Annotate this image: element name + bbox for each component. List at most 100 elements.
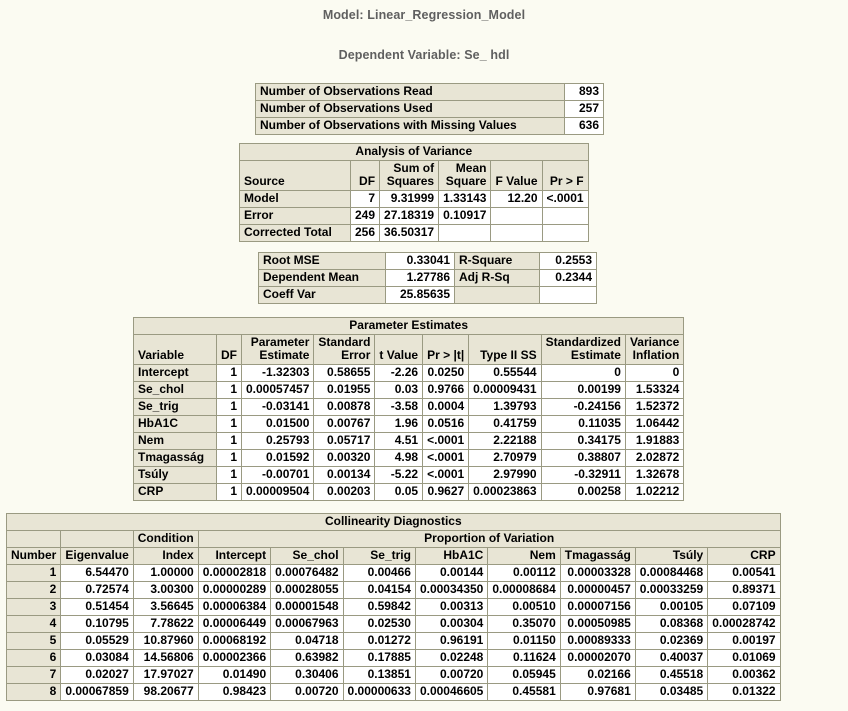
param-row-prt: 0.0004 bbox=[422, 398, 470, 416]
collin-row-nem: 0.05945 bbox=[487, 666, 561, 684]
param-row-vif: 1.32678 bbox=[624, 466, 685, 484]
collin-row-tmagassag: 0.00050985 bbox=[559, 615, 636, 633]
collin-row-se-chol: 0.00720 bbox=[270, 683, 344, 701]
param-row-tvalue: 0.05 bbox=[374, 483, 424, 501]
collin-header-eigenvalue-line1 bbox=[60, 530, 134, 548]
param-row-vif: 1.91883 bbox=[624, 432, 685, 450]
table-row: 4 0.10795 7.78622 0.00006449 0.00067963 0.025… bbox=[5, 615, 781, 633]
param-header-stdest-line2: Estimate bbox=[570, 348, 621, 362]
anova-row-p: <.0001 bbox=[541, 190, 589, 208]
r-square-value: 0.2553 bbox=[539, 252, 597, 270]
collinearity-table-body: 1 6.54470 1.00000 0.00002818 0.00076482 0.004… bbox=[5, 564, 781, 701]
table-row: Dependent Mean 1.27786 Adj R-Sq 0.2344 bbox=[258, 269, 597, 287]
collinearity-diagnostics-table-wrapper: Collinearity Diagnostics Condition Propo… bbox=[5, 513, 781, 701]
parameter-estimates-caption-row: Parameter Estimates bbox=[132, 317, 685, 335]
param-row-tvalue: -3.58 bbox=[374, 398, 424, 416]
anova-header-f-line2: F Value bbox=[495, 174, 538, 188]
param-row-estimate: -0.03141 bbox=[240, 398, 315, 416]
parameter-estimates-table-body: Intercept 1 -1.32303 0.58655 -2.26 0.0250 0.55… bbox=[133, 364, 685, 501]
param-row-df: 1 bbox=[216, 381, 242, 399]
collin-row-condition-index: 1.00000 bbox=[132, 564, 199, 582]
fit-statistics-table-body: Root MSE 0.33041 R-Square 0.2553 Depende… bbox=[258, 252, 597, 304]
table-row: Se_chol 1 0.00057457 0.01955 0.03 0.9766 0.000… bbox=[133, 381, 685, 399]
param-row-stderr: 0.00203 bbox=[313, 483, 376, 501]
collin-header-se-chol: Se_chol bbox=[270, 547, 344, 565]
collin-row-condition-index: 98.20677 bbox=[132, 683, 199, 701]
collin-row-crp: 0.01322 bbox=[707, 683, 781, 701]
anova-row-ss: 27.18319 bbox=[379, 207, 440, 225]
param-header-standardized-estimate: Standardized Estimate bbox=[540, 334, 626, 365]
coeff-var-value: 25.85635 bbox=[385, 286, 455, 304]
collin-row-hba1c: 0.00720 bbox=[414, 666, 489, 684]
anova-header-source: Source bbox=[239, 160, 351, 191]
table-row: Tsúly 1 -0.00701 0.00134 -5.22 <.0001 2.97990-… bbox=[133, 466, 685, 484]
collin-row-se-chol: 0.30406 bbox=[270, 666, 344, 684]
collin-row-se-trig: 0.13851 bbox=[342, 666, 416, 684]
collin-row-intercept: 0.00068192 bbox=[197, 632, 272, 650]
collin-row-eigenvalue: 0.03084 bbox=[60, 649, 134, 667]
collin-row-number: 4 bbox=[5, 615, 62, 633]
fit-empty-value bbox=[539, 286, 597, 304]
param-row-prt: 0.9627 bbox=[422, 483, 470, 501]
param-row-stderr: 0.01955 bbox=[313, 381, 376, 399]
anova-table-wrapper: Analysis of Variance Source DF Sum of Sq… bbox=[239, 143, 589, 242]
param-header-prt-line2: Pr > |t| bbox=[427, 348, 465, 362]
collin-row-hba1c: 0.00313 bbox=[414, 598, 489, 616]
collin-row-se-chol: 0.63982 bbox=[270, 649, 344, 667]
param-row-estimate: 0.25793 bbox=[240, 432, 315, 450]
collin-row-eigenvalue: 0.72574 bbox=[60, 581, 134, 599]
param-row-variable: CRP bbox=[133, 483, 217, 501]
anova-row-f bbox=[490, 207, 543, 225]
collin-row-number: 3 bbox=[5, 598, 62, 616]
collin-row-intercept: 0.00006384 bbox=[197, 598, 272, 616]
output-titles: Model: Linear_Regression_Model Dependent… bbox=[0, 0, 848, 62]
param-header-variable-line2: Variable bbox=[138, 348, 185, 362]
anova-row-ss: 36.50317 bbox=[379, 224, 440, 242]
anova-header-pr-f: Pr > F bbox=[541, 160, 589, 191]
param-row-df: 1 bbox=[216, 415, 242, 433]
collin-row-tmagassag: 0.02166 bbox=[559, 666, 636, 684]
collin-row-nem: 0.00510 bbox=[487, 598, 561, 616]
collin-row-number: 1 bbox=[5, 564, 62, 582]
anova-header-mean-square: Mean Square bbox=[438, 160, 492, 191]
collin-row-se-trig: 0.17885 bbox=[342, 649, 416, 667]
collin-row-intercept: 0.00006449 bbox=[197, 615, 272, 633]
collin-row-number: 6 bbox=[5, 649, 62, 667]
collin-row-se-chol: 0.00067963 bbox=[270, 615, 344, 633]
table-row: Se_trig 1 -0.03141 0.00878 -3.58 0.0004 1.3979… bbox=[133, 398, 685, 416]
collin-row-se-chol: 0.00001548 bbox=[270, 598, 344, 616]
collin-header-crp: CRP bbox=[707, 547, 781, 565]
observations-table-body: Number of Observations Read 893 Number o… bbox=[255, 83, 604, 135]
fit-statistics-table: Root MSE 0.33041 R-Square 0.2553 Depende… bbox=[258, 252, 597, 304]
table-row: CRP 1 0.00009504 0.00203 0.05 0.9627 0.0002386… bbox=[133, 483, 685, 501]
param-row-stderr: 0.58655 bbox=[313, 364, 376, 382]
param-header-estimate: Parameter Estimate bbox=[240, 334, 315, 365]
collin-row-hba1c: 0.00144 bbox=[414, 564, 489, 582]
fit-statistics-table-wrapper: Root MSE 0.33041 R-Square 0.2553 Depende… bbox=[258, 252, 597, 304]
collin-row-intercept: 0.00002818 bbox=[197, 564, 272, 582]
collin-row-condition-index: 3.00300 bbox=[132, 581, 199, 599]
param-header-type2ss-line2: Type II SS bbox=[480, 348, 537, 362]
collin-header-nem: Nem bbox=[487, 547, 561, 565]
anova-row-df: 256 bbox=[349, 224, 381, 242]
table-row: 5 0.05529 10.87960 0.00068192 0.04718 0.01272… bbox=[5, 632, 781, 650]
param-row-prt: <.0001 bbox=[422, 466, 470, 484]
parameter-estimates-caption: Parameter Estimates bbox=[132, 317, 685, 335]
table-row: Number of Observations with Missing Valu… bbox=[255, 117, 604, 135]
param-row-stderr: 0.00878 bbox=[313, 398, 376, 416]
anova-header-row: Source DF Sum of Squares Mean Square F V… bbox=[239, 160, 589, 191]
collin-row-tsuly: 0.45518 bbox=[634, 666, 709, 684]
anova-row-ms: 1.33143 bbox=[438, 190, 492, 208]
anova-header-f-value: F Value bbox=[490, 160, 543, 191]
table-row: 6 0.03084 14.56806 0.00002366 0.63982 0.17885… bbox=[5, 649, 781, 667]
collin-row-condition-index: 17.97027 bbox=[132, 666, 199, 684]
param-row-type2ss: 0.55544 bbox=[468, 364, 542, 382]
param-row-df: 1 bbox=[216, 364, 242, 382]
collin-row-se-trig: 0.01272 bbox=[342, 632, 416, 650]
anova-caption-row: Analysis of Variance bbox=[239, 143, 589, 161]
param-row-df: 1 bbox=[216, 483, 242, 501]
collinearity-header-row: Number Eigenvalue Index Intercept Se_cho… bbox=[5, 547, 781, 565]
param-row-stdest: -0.32911 bbox=[540, 466, 626, 484]
collin-row-tmagassag: 0.00089333 bbox=[559, 632, 636, 650]
collin-row-condition-index: 3.56645 bbox=[132, 598, 199, 616]
